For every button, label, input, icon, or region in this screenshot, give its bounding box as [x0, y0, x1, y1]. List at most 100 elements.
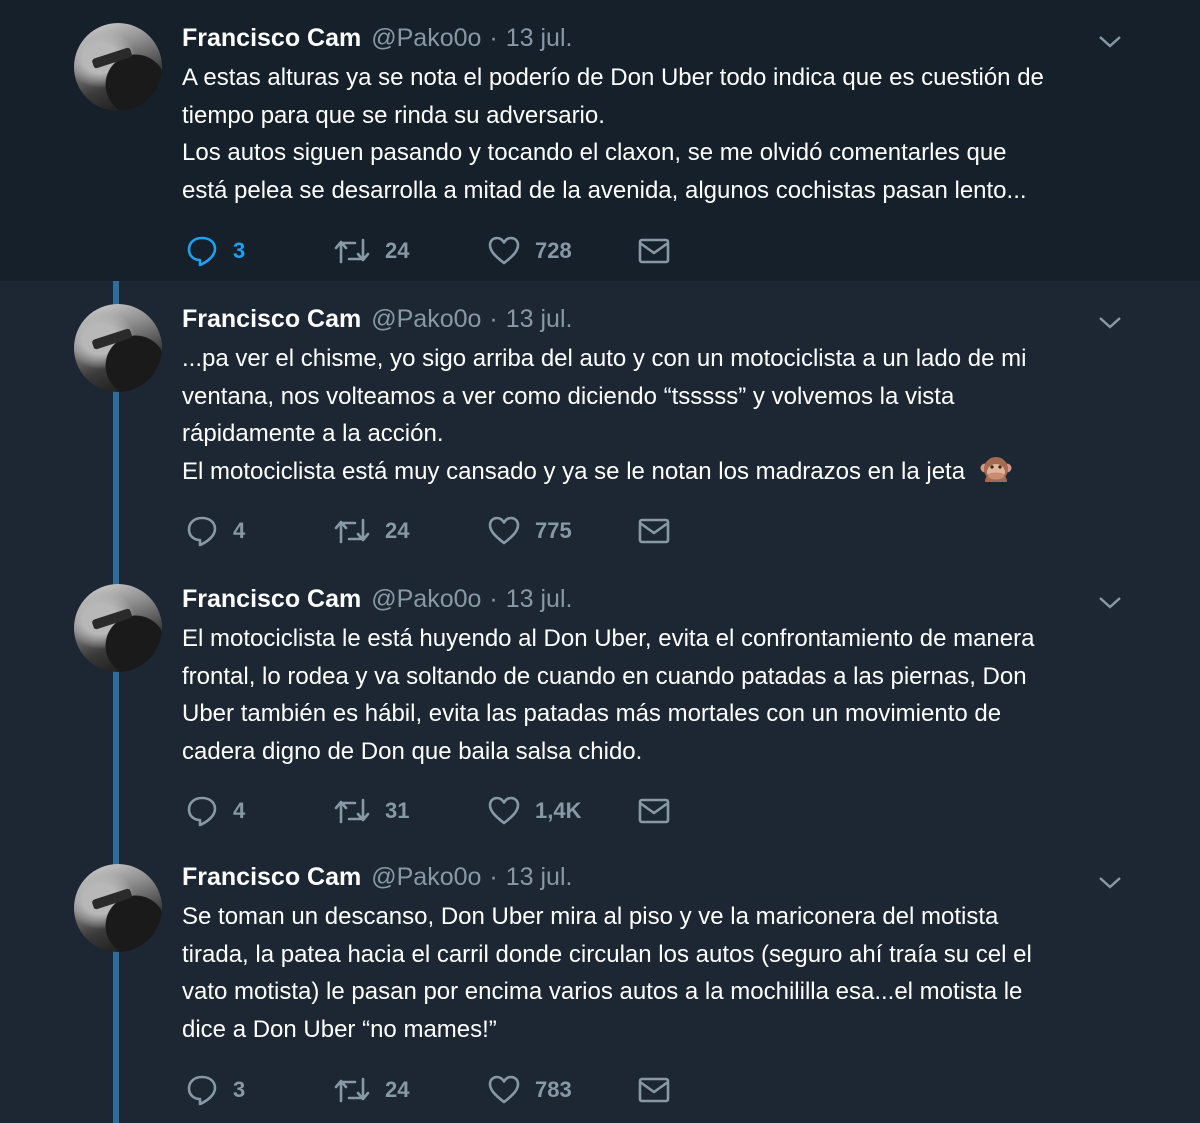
avatar[interactable]	[74, 864, 162, 952]
reply-button[interactable]: 4	[185, 793, 245, 829]
reply-icon	[187, 516, 217, 547]
tweet-text-line: Uber también es hábil, evita las patadas…	[182, 700, 1002, 728]
direct-message-button[interactable]	[637, 513, 671, 549]
tweet-text-line: está pelea se desarrolla a mitad de la a…	[182, 177, 1027, 205]
envelope-icon	[638, 238, 670, 264]
author-handle[interactable]: @Pako0o	[371, 863, 481, 892]
tweet-actions: 4 24 775	[185, 513, 705, 549]
tweet-actions: 4 31 1,4K	[185, 793, 705, 829]
author-name[interactable]: Francisco Cam	[182, 863, 361, 892]
avatar[interactable]	[74, 584, 162, 672]
author-handle[interactable]: @Pako0o	[371, 585, 481, 614]
separator: ·	[489, 305, 498, 333]
chevron-down-icon[interactable]	[1097, 33, 1123, 51]
heart-icon	[488, 1075, 520, 1104]
reply-button[interactable]: 3	[185, 1072, 245, 1108]
retweet-icon	[334, 238, 370, 264]
reply-count: 3	[233, 1077, 246, 1102]
reply-count: 4	[233, 798, 246, 823]
tweet-text-line: rápidamente a la acción.	[182, 420, 444, 448]
tweet-actions: 3 24 728	[185, 233, 705, 269]
heart-icon	[488, 796, 520, 825]
tweet-text-line: ventana, nos volteamos a ver como dicien…	[182, 382, 955, 410]
retweet-count: 31	[385, 798, 410, 823]
reply-icon	[187, 236, 217, 267]
tweet-text-line: cadera digno de Don que baila salsa chid…	[182, 738, 643, 766]
tweet-text-line: El motociclista le está huyendo al Don U…	[182, 625, 1035, 652]
tweet-text: A estas alturas ya se nota el poderío de…	[182, 59, 1142, 210]
tweet-text-line: Se toman un descanso, Don Uber mira al p…	[182, 903, 999, 930]
tweet-text: ...pa ver el chisme, yo sigo arriba del …	[182, 340, 1142, 491]
retweet-count: 24	[385, 1077, 410, 1102]
author-name[interactable]: Francisco Cam	[182, 24, 361, 53]
reply-button[interactable]: 4	[185, 513, 245, 549]
retweet-icon	[334, 798, 370, 824]
like-button[interactable]: 1,4K	[487, 793, 581, 829]
tweet-1[interactable]: Francisco Cam @Pako0o · 13 jul. A estas …	[0, 0, 1200, 281]
like-count: 1,4K	[535, 798, 582, 823]
tweet-text: El motociclista le está huyendo al Don U…	[182, 620, 1142, 771]
tweet-2[interactable]: Francisco Cam @Pako0o · 13 jul. ...pa ve…	[0, 281, 1200, 561]
tweet-4[interactable]: Francisco Cam @Pako0o · 13 jul. Se toman…	[0, 841, 1200, 1123]
tweet-3[interactable]: Francisco Cam @Pako0o · 13 jul. El motoc…	[0, 561, 1200, 841]
reply-button[interactable]: 3	[185, 233, 245, 269]
tweet-text-line: ...pa ver el chisme, yo sigo arriba del …	[182, 345, 1027, 372]
tweet-header: Francisco Cam @Pako0o · 13 jul.	[182, 863, 572, 895]
retweet-icon	[334, 1077, 370, 1103]
like-count: 783	[535, 1077, 572, 1102]
tweet-actions: 3 24 783	[185, 1072, 705, 1108]
envelope-icon	[638, 1077, 670, 1103]
direct-message-button[interactable]	[637, 1072, 671, 1108]
tweet-text-line: tiempo para que se rinda su adversario.	[182, 101, 605, 129]
author-name[interactable]: Francisco Cam	[182, 305, 361, 334]
chevron-down-icon[interactable]	[1097, 874, 1123, 892]
reply-count: 3	[233, 238, 246, 263]
tweet-date[interactable]: 13 jul.	[506, 305, 573, 334]
author-handle[interactable]: @Pako0o	[371, 305, 481, 334]
separator: ·	[489, 863, 498, 891]
tweet-text-line: frontal, lo rodea y va soltando de cuand…	[182, 662, 1027, 690]
envelope-icon	[638, 518, 670, 544]
separator: ·	[489, 24, 498, 52]
tweet-text-line: vato motista) le pasan por encima varios…	[182, 978, 1023, 1006]
retweet-button[interactable]: 24	[333, 233, 409, 269]
tweet-text-line-with-emoji: El motociclista está muy cansado y ya se…	[182, 453, 1142, 491]
tweet-text-line: tirada, la patea hacia el carril donde c…	[182, 940, 1032, 968]
chevron-down-icon[interactable]	[1097, 594, 1123, 612]
author-name[interactable]: Francisco Cam	[182, 585, 361, 614]
like-button[interactable]: 775	[487, 513, 572, 549]
tweet-date[interactable]: 13 jul.	[506, 863, 573, 892]
retweet-button[interactable]: 31	[333, 793, 409, 829]
like-button[interactable]: 783	[487, 1072, 572, 1108]
like-button[interactable]: 728	[487, 233, 572, 269]
author-handle[interactable]: @Pako0o	[371, 24, 481, 53]
speak-no-evil-monkey-icon	[980, 456, 1012, 482]
tweet-header: Francisco Cam @Pako0o · 13 jul.	[182, 585, 572, 617]
envelope-icon	[638, 798, 670, 824]
like-count: 728	[535, 238, 572, 263]
direct-message-button[interactable]	[637, 233, 671, 269]
tweet-text-line: A estas alturas ya se nota el poderío de…	[182, 64, 1044, 91]
avatar[interactable]	[74, 304, 162, 392]
avatar[interactable]	[74, 23, 162, 111]
tweet-thread: Francisco Cam @Pako0o · 13 jul. A estas …	[0, 0, 1200, 1123]
tweet-text-line: Los autos siguen pasando y tocando el cl…	[182, 139, 1007, 167]
like-count: 775	[535, 518, 572, 543]
separator: ·	[489, 585, 498, 613]
tweet-date[interactable]: 13 jul.	[506, 585, 573, 614]
chevron-down-icon[interactable]	[1097, 314, 1123, 332]
tweet-header: Francisco Cam @Pako0o · 13 jul.	[182, 24, 572, 56]
tweet-text-line: El motociclista está muy cansado y ya se…	[182, 458, 966, 486]
direct-message-button[interactable]	[637, 793, 671, 829]
reply-count: 4	[233, 518, 246, 543]
reply-icon	[187, 796, 217, 827]
heart-icon	[488, 236, 520, 265]
retweet-button[interactable]: 24	[333, 1072, 409, 1108]
tweet-date[interactable]: 13 jul.	[506, 24, 573, 53]
retweet-icon	[334, 518, 370, 544]
tweet-header: Francisco Cam @Pako0o · 13 jul.	[182, 305, 572, 337]
retweet-count: 24	[385, 518, 410, 543]
reply-icon	[187, 1075, 217, 1106]
retweet-button[interactable]: 24	[333, 513, 409, 549]
heart-icon	[488, 516, 520, 545]
